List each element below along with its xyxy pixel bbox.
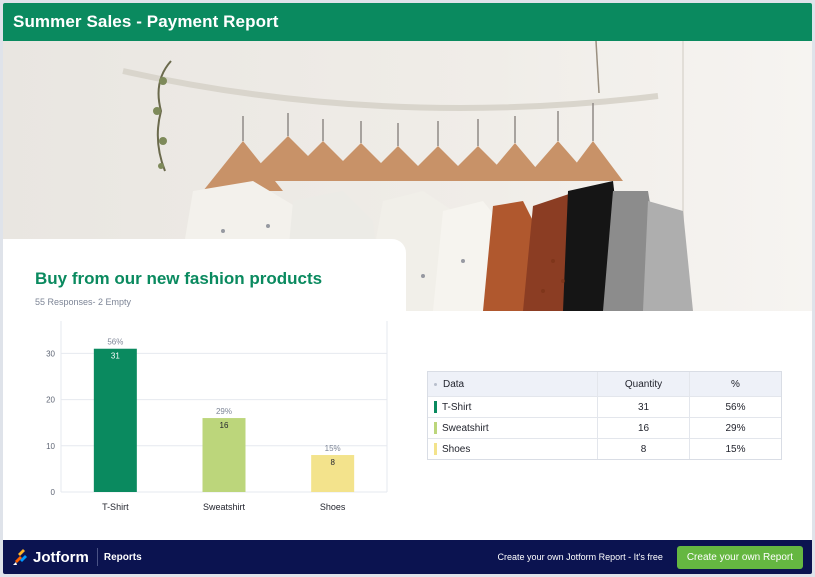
table-cell-quantity: 31 <box>598 397 690 417</box>
table-header-row: Data Quantity % <box>428 372 781 396</box>
table-cell-percent: 29% <box>725 422 746 434</box>
chart-card: Buy from our new fashion products 55 Res… <box>3 239 406 539</box>
bar-chart: 0 10 20 30 56% 31 T-Shirt 29% 16 Sweatshirt 15% 8 Sh… <box>46 321 388 512</box>
percent-label: 29% <box>216 407 232 416</box>
brand-logo[interactable]: Jotform <box>11 548 89 566</box>
percent-label: 15% <box>325 444 341 453</box>
bar <box>93 348 137 492</box>
report-title: Summer Sales - Payment Report <box>13 12 279 31</box>
footer-bar: Jotform Reports Create your own Jotform … <box>3 540 812 574</box>
value-label: 8 <box>330 458 335 467</box>
column-handle-icon <box>434 382 437 386</box>
table-row: Shoes 8 15% <box>428 438 781 459</box>
table-header-data: Data <box>428 372 598 396</box>
table-header-data-label: Data <box>443 378 465 390</box>
table-cell-label: T-Shirt <box>428 397 598 417</box>
x-tick-label: Sweatshirt <box>203 502 246 512</box>
report-frame: Summer Sales - Payment Report Buy from o… <box>3 3 812 574</box>
footer-divider <box>96 548 98 566</box>
y-tick-label: 0 <box>51 488 56 497</box>
table-cell-percent: 15% <box>725 443 746 455</box>
table-row: Sweatshirt 16 29% <box>428 417 781 438</box>
jotform-logo-icon <box>13 549 27 565</box>
color-swatch <box>434 422 437 434</box>
table-cell-quantity: 8 <box>598 439 690 459</box>
brand-name: Jotform <box>33 548 89 566</box>
value-label: 16 <box>220 421 229 430</box>
value-label: 31 <box>111 352 120 361</box>
y-tick-label: 30 <box>46 349 55 358</box>
x-tick-label: Shoes <box>320 502 346 512</box>
table-header-percent: % <box>731 378 740 390</box>
y-tick-label: 20 <box>46 396 55 405</box>
table-cell-label: Sweatshirt <box>428 418 598 438</box>
table-cell-label: Shoes <box>428 439 598 459</box>
color-swatch <box>434 401 437 413</box>
table-cell-quantity: 16 <box>598 418 690 438</box>
row-label: T-Shirt <box>442 401 472 413</box>
x-tick-label: T-Shirt <box>102 502 129 512</box>
reports-link[interactable]: Reports <box>104 552 142 563</box>
row-label: Sweatshirt <box>442 422 489 434</box>
y-tick-label: 10 <box>46 442 55 451</box>
row-label: Shoes <box>442 443 471 455</box>
report-header: Summer Sales - Payment Report <box>3 3 812 41</box>
color-swatch <box>434 443 437 455</box>
percent-label: 56% <box>107 338 123 347</box>
table-row: T-Shirt 31 56% <box>428 396 781 417</box>
table-header-quantity: Quantity <box>598 372 690 396</box>
table-cell-percent: 56% <box>725 401 746 413</box>
cta-text: Create your own Jotform Report - It's fr… <box>497 552 663 562</box>
create-report-button[interactable]: Create your own Report <box>676 545 803 569</box>
data-table: Data Quantity % T-Shirt 31 56% Sweatshir… <box>427 371 782 460</box>
